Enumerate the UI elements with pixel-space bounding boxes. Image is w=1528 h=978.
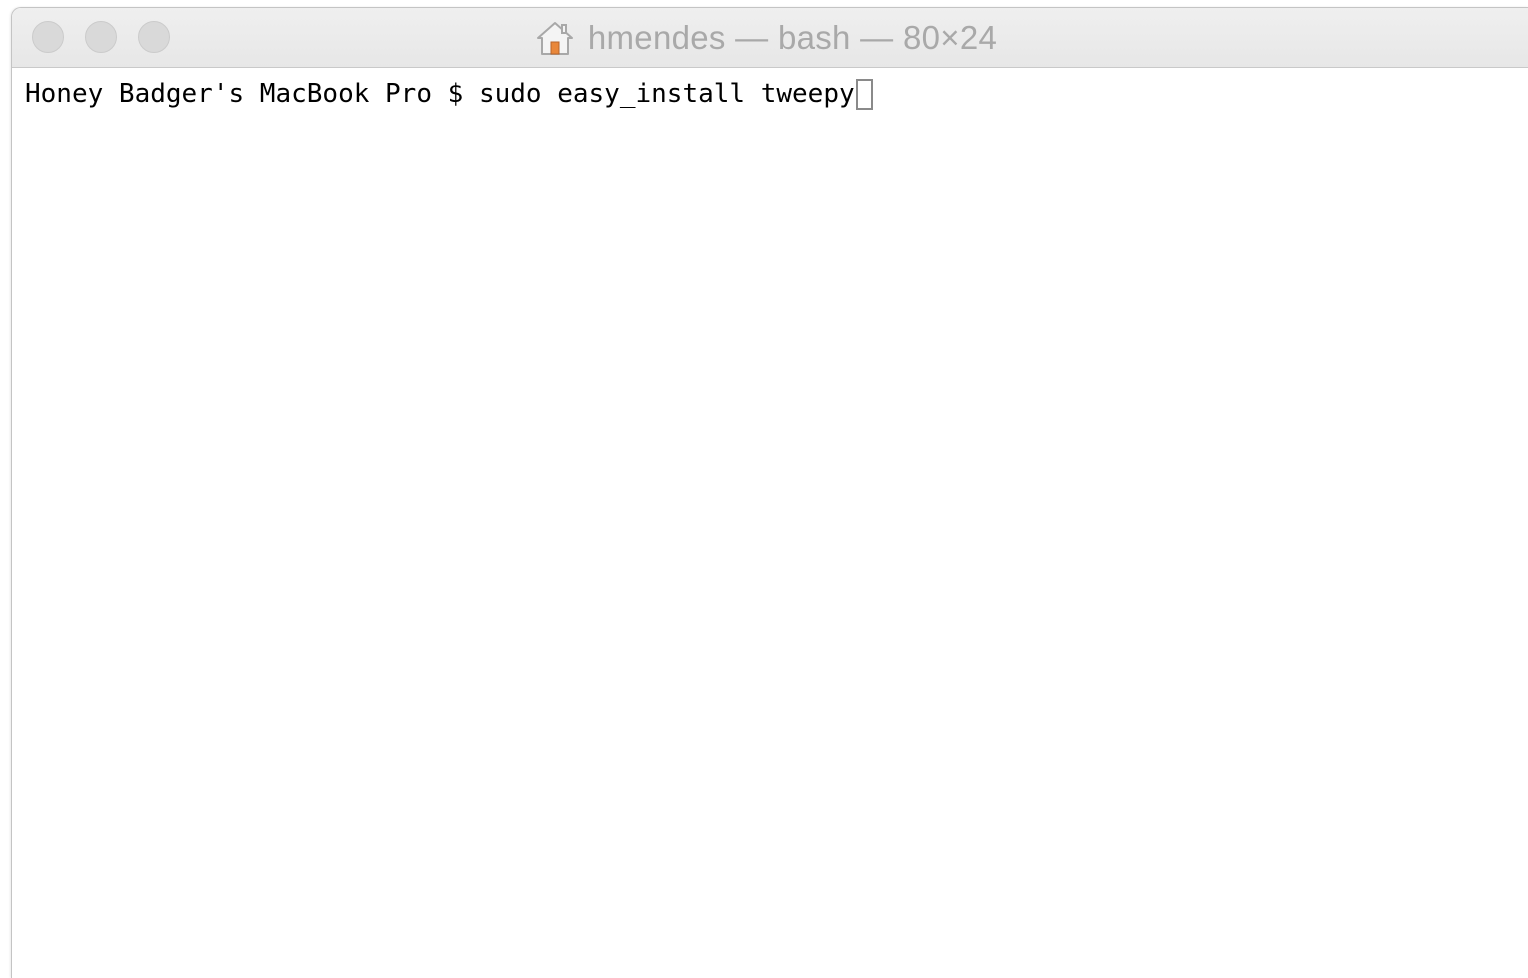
home-icon: [536, 20, 574, 56]
typed-command: sudo easy_install tweepy: [478, 79, 855, 109]
terminal-window: hmendes — bash — 80×24 Honey Badger's Ma…: [11, 7, 1528, 978]
title-bar[interactable]: hmendes — bash — 80×24: [12, 8, 1528, 68]
shell-prompt: Honey Badger's MacBook Pro $: [25, 79, 479, 109]
window-title: hmendes — bash — 80×24: [12, 18, 1528, 58]
block-cursor: [855, 78, 873, 110]
terminal-content[interactable]: Honey Badger's MacBook Pro $ sudo easy_i…: [12, 68, 1528, 978]
window-title-text: hmendes — bash — 80×24: [587, 19, 998, 56]
terminal-line: Honey Badger's MacBook Pro $ sudo easy_i…: [25, 76, 1528, 112]
